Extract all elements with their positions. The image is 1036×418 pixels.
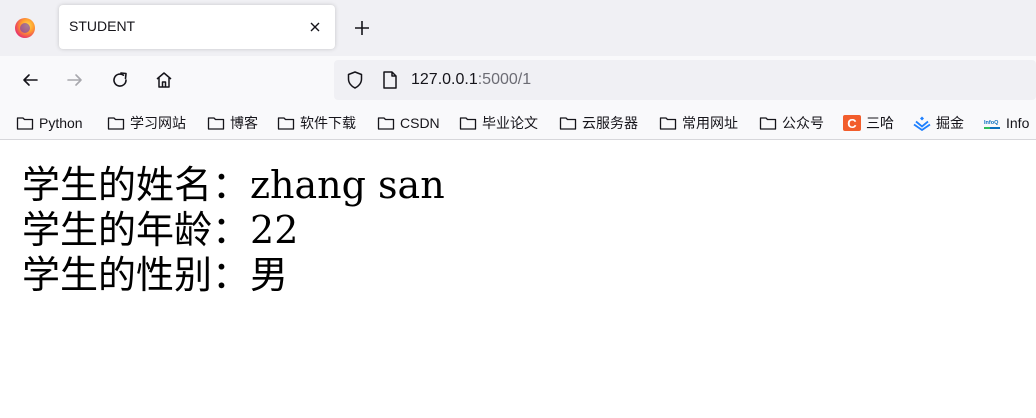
tab-title: STUDENT [69, 18, 136, 34]
bookmark-study-sites[interactable]: 学习网站 [107, 113, 186, 133]
folder-icon [107, 117, 125, 130]
folder-icon [559, 117, 577, 130]
bookmark-infoq[interactable]: InfoQ Info [983, 113, 1029, 133]
student-name-label: 学生的姓名： [22, 163, 251, 207]
bookmark-label: Info [1006, 115, 1030, 131]
bookmark-juejin[interactable]: 掘金 [913, 113, 964, 133]
bookmark-label: 软件下载 [300, 115, 356, 131]
reload-icon[interactable] [108, 68, 132, 92]
bookmark-label: 毕业论文 [482, 115, 538, 131]
page-info-icon[interactable] [378, 68, 402, 92]
bookmarks-toolbar: Python 学习网站 博客 软件下载 CSDN 毕业论文 云服务器 常用网址 … [0, 104, 1036, 140]
folder-icon [377, 117, 395, 130]
student-info: 学生的姓名：zhang san 学生的年龄：22 学生的性别：男 [22, 163, 445, 298]
url-text[interactable]: 127.0.0.1:5000/1 [411, 71, 531, 89]
url-host: 127.0.0.1 [411, 71, 478, 88]
shield-icon[interactable] [343, 68, 367, 92]
student-name-value: zhang san [250, 163, 445, 207]
home-icon[interactable] [152, 68, 176, 92]
folder-icon [759, 117, 777, 130]
new-tab-plus-icon[interactable] [350, 16, 374, 40]
student-gender-label: 学生的性别： [22, 253, 251, 297]
bookmark-csdn[interactable]: CSDN [377, 113, 440, 133]
bookmark-python[interactable]: Python [16, 113, 83, 133]
student-age-line: 学生的年龄：22 [22, 208, 445, 253]
svg-text:InfoQ: InfoQ [984, 120, 999, 126]
back-arrow-icon[interactable] [18, 68, 42, 92]
folder-icon [277, 117, 295, 130]
firefox-menu-button[interactable] [6, 10, 44, 46]
bookmark-label: 公众号 [782, 115, 824, 131]
student-age-label: 学生的年龄： [22, 208, 251, 252]
bookmark-cloud-server[interactable]: 云服务器 [559, 113, 638, 133]
bookmark-label: Python [39, 115, 83, 131]
bookmark-label: CSDN [400, 115, 440, 131]
bookmark-common-urls[interactable]: 常用网址 [659, 113, 738, 133]
bookmark-official-accounts[interactable]: 公众号 [759, 113, 824, 133]
folder-icon [16, 117, 34, 130]
url-path: :5000/1 [477, 71, 532, 88]
bookmark-label: 常用网址 [682, 115, 738, 131]
student-age-value: 22 [250, 208, 299, 252]
bookmark-label: 博客 [230, 115, 258, 131]
firefox-logo-icon [15, 18, 35, 38]
bookmark-sanha[interactable]: C 三哈 [843, 113, 894, 133]
navigation-toolbar: 127.0.0.1:5000/1 [0, 56, 1036, 104]
folder-icon [659, 117, 677, 130]
folder-icon [459, 117, 477, 130]
forward-arrow-icon[interactable] [63, 68, 87, 92]
infoq-icon: InfoQ [983, 115, 1001, 131]
bookmark-label: 掘金 [936, 115, 964, 131]
bookmark-software-download[interactable]: 软件下载 [277, 113, 356, 133]
folder-icon [207, 117, 225, 130]
bookmark-graduation-thesis[interactable]: 毕业论文 [459, 113, 538, 133]
tab-student[interactable]: STUDENT [59, 5, 335, 49]
bookmark-label: 云服务器 [582, 115, 638, 131]
juejin-icon [913, 116, 931, 131]
student-gender-line: 学生的性别：男 [22, 253, 445, 298]
student-gender-value: 男 [250, 253, 289, 297]
url-bar[interactable]: 127.0.0.1:5000/1 [334, 60, 1036, 100]
bookmark-blog[interactable]: 博客 [207, 113, 258, 133]
close-tab-icon[interactable] [305, 17, 325, 37]
tab-strip: STUDENT [0, 0, 1036, 56]
bookmark-label: 学习网站 [130, 115, 186, 131]
student-name-line: 学生的姓名：zhang san [22, 163, 445, 208]
csdn-c-icon: C [843, 115, 861, 131]
bookmark-label: 三哈 [866, 115, 894, 131]
